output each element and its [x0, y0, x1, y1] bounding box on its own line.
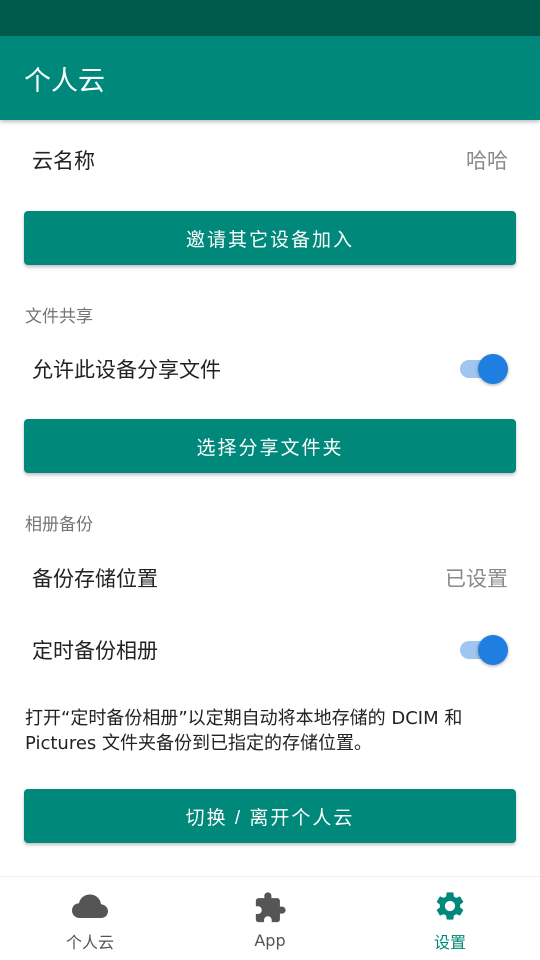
file-sharing-header: 文件共享: [25, 307, 93, 327]
backup-description: 打开“定时备份相册”以定期自动将本地存储的 DCIM 和 Pictures 文件…: [25, 708, 463, 754]
scheduled-backup-label: 定时备份相册: [32, 639, 158, 663]
allow-share-toggle[interactable]: [456, 351, 508, 387]
nav-label: 个人云: [65, 932, 114, 952]
toggle-thumb: [478, 354, 508, 384]
allow-share-label: 允许此设备分享文件: [32, 358, 221, 382]
app-bar: 个人云: [0, 36, 540, 120]
switch-leave-cloud-button[interactable]: 切换 / 离开个人云: [24, 789, 516, 843]
album-backup-header: 相册备份: [25, 515, 93, 535]
scheduled-backup-toggle[interactable]: [456, 632, 508, 668]
scheduled-backup-row[interactable]: 定时备份相册: [0, 620, 540, 680]
nav-item-app[interactable]: App: [180, 877, 360, 960]
status-bar: [0, 0, 540, 36]
backup-storage-label: 备份存储位置: [32, 567, 158, 591]
puzzle-icon: [251, 891, 289, 925]
cloud-name-label: 云名称: [32, 149, 95, 173]
backup-storage-row[interactable]: 备份存储位置 已设置: [0, 548, 540, 608]
nav-item-personal-cloud[interactable]: 个人云: [0, 877, 180, 960]
nav-item-settings[interactable]: 设置: [360, 877, 540, 960]
page-title: 个人云: [24, 65, 105, 97]
choose-share-folder-button[interactable]: 选择分享文件夹: [24, 419, 516, 473]
nav-label: App: [254, 931, 286, 950]
cloud-name-row[interactable]: 云名称 哈哈: [0, 130, 540, 190]
invite-devices-button[interactable]: 邀请其它设备加入: [24, 211, 516, 265]
backup-storage-value: 已设置: [445, 567, 508, 591]
bottom-nav: 个人云 App 设置: [0, 876, 540, 960]
allow-share-row[interactable]: 允许此设备分享文件: [0, 339, 540, 399]
cloud-icon: [71, 889, 109, 923]
gear-icon: [431, 889, 469, 923]
nav-label: 设置: [433, 932, 466, 952]
cloud-name-value: 哈哈: [466, 149, 508, 173]
toggle-thumb: [478, 635, 508, 665]
